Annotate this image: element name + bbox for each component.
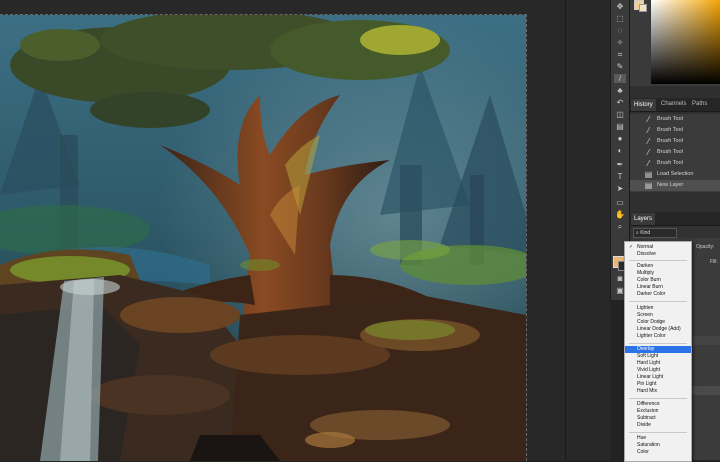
zoom-tool-icon[interactable]: ⌕ (614, 222, 626, 231)
history-item-label: Brush Tool (657, 127, 683, 133)
history-item[interactable]: ⁄ Brush Tool (630, 114, 720, 125)
blend-mode-saturation[interactable]: Saturation (625, 442, 691, 449)
color-picker-panel (630, 0, 720, 86)
history-item-label: Load Selection (657, 171, 694, 177)
blend-mode-divide[interactable]: Divide (625, 422, 691, 429)
history-item-label: Brush Tool (657, 149, 683, 155)
blur-tool-icon[interactable]: ● (614, 134, 626, 143)
menu-separator (629, 301, 687, 302)
opacity-label: Opacity: (696, 244, 715, 250)
brush-tool-icon[interactable]: / (614, 74, 626, 83)
blend-mode-linear-burn[interactable]: Linear Burn (625, 284, 691, 291)
fill-label: Fill: (710, 259, 718, 265)
brush-icon: ⁄ (647, 148, 650, 157)
blend-mode-color[interactable]: Color (625, 449, 691, 456)
tab-history[interactable]: History (631, 99, 656, 111)
eraser-tool-icon[interactable]: ◫ (614, 110, 626, 119)
document-icon: ▤ (644, 181, 653, 190)
path-selection-tool-icon[interactable]: ➤ (614, 184, 626, 193)
canvas-edge-divider (565, 0, 566, 460)
blend-mode-multiply[interactable]: Multiply (625, 270, 691, 277)
brush-icon: ⁄ (647, 137, 650, 146)
history-brush-tool-icon[interactable]: ↶ (614, 98, 626, 107)
layers-filter-bar: ⌕ Kind (630, 226, 720, 238)
blend-mode-color-dodge[interactable]: Color Dodge (625, 319, 691, 326)
menu-separator (629, 432, 687, 433)
checkmark-icon: ✓ (629, 244, 634, 250)
blend-mode-vivid-light[interactable]: Vivid Light (625, 367, 691, 374)
blend-mode-normal[interactable]: ✓ Normal (625, 244, 691, 251)
history-item[interactable]: ⁄ Brush Tool (630, 125, 720, 136)
blend-mode-hard-light[interactable]: Hard Light (625, 360, 691, 367)
marquee-tool-icon[interactable]: ⬚ (614, 14, 626, 23)
brush-icon: ⁄ (647, 159, 650, 168)
color-field-picker[interactable] (651, 0, 720, 84)
document-canvas-area[interactable] (0, 0, 610, 461)
document-icon: ▤ (644, 170, 653, 179)
hand-tool-icon[interactable]: ✋ (614, 210, 626, 219)
blend-mode-dropdown-menu: ✓ Normal Dissolve Darken Multiply Color B… (624, 241, 692, 462)
menu-separator (629, 260, 687, 261)
blend-mode-dissolve[interactable]: Dissolve (625, 251, 691, 258)
menu-separator (629, 398, 687, 399)
forest-painting-canvas[interactable] (0, 14, 527, 461)
blend-mode-soft-light[interactable]: Soft Light (625, 353, 691, 360)
blend-mode-linear-dodge[interactable]: Linear Dodge (Add) (625, 326, 691, 333)
color-panel-background-swatch[interactable] (639, 4, 647, 12)
blend-mode-lighten[interactable]: Lighten (625, 305, 691, 312)
blend-mode-darker-color[interactable]: Darker Color (625, 291, 691, 298)
blend-mode-hard-mix[interactable]: Hard Mix (625, 388, 691, 395)
blend-mode-hue[interactable]: Hue (625, 435, 691, 442)
blend-mode-linear-light[interactable]: Linear Light (625, 374, 691, 381)
magic-wand-tool-icon[interactable]: ✧ (614, 38, 626, 47)
move-tool-icon[interactable]: ✥ (614, 2, 626, 11)
blend-mode-darken[interactable]: Darken (625, 263, 691, 270)
eyedropper-tool-icon[interactable]: ✎ (614, 62, 626, 71)
history-list: ⁄ Brush Tool ⁄ Brush Tool ⁄ Brush Tool ⁄ Bru… (630, 114, 720, 192)
blend-mode-pin-light[interactable]: Pin Light (625, 381, 691, 388)
crop-tool-icon[interactable]: ⌗ (614, 50, 626, 59)
menu-separator (629, 343, 687, 344)
blend-mode-overlay[interactable]: Overlay (625, 346, 691, 353)
blend-mode-color-burn[interactable]: Color Burn (625, 277, 691, 284)
history-item-label: Brush Tool (657, 160, 683, 166)
forest-painting (0, 15, 526, 461)
dodge-tool-icon[interactable]: ◐ (614, 146, 626, 155)
brush-icon: ⁄ (647, 126, 650, 135)
stamp-tool-icon[interactable]: ♣ (614, 86, 626, 95)
pen-tool-icon[interactable]: ✒ (614, 160, 626, 169)
history-item[interactable]: ⁄ Brush Tool (630, 158, 720, 169)
history-item[interactable]: ⁄ Brush Tool (630, 147, 720, 158)
gradient-tool-icon[interactable]: ▤ (614, 122, 626, 131)
history-item[interactable]: ▤ Load Selection (630, 169, 720, 180)
history-item-label: Brush Tool (657, 116, 683, 122)
blend-mode-difference[interactable]: Difference (625, 401, 691, 408)
layers-panel-tabs: Layers (630, 212, 720, 226)
kind-filter-dropdown[interactable]: ⌕ Kind (633, 228, 677, 238)
history-item-selected[interactable]: ▤ New Layer (630, 180, 720, 191)
tab-paths[interactable]: Paths (692, 100, 707, 109)
history-item[interactable]: ⁄ Brush Tool (630, 136, 720, 147)
blend-mode-exclusion[interactable]: Exclusion (625, 408, 691, 415)
brush-icon: ⁄ (647, 115, 650, 124)
tab-channels[interactable]: Channels (661, 100, 686, 109)
tab-layers[interactable]: Layers (631, 213, 656, 225)
kind-filter-label: Kind (640, 230, 651, 236)
rectangle-tool-icon[interactable]: ▭ (614, 198, 626, 207)
history-item-label: New Layer (657, 182, 684, 188)
blend-mode-lighter-color[interactable]: Lighter Color (625, 333, 691, 340)
blend-mode-subtract[interactable]: Subtract (625, 415, 691, 422)
history-item-label: Brush Tool (657, 138, 683, 144)
type-tool-icon[interactable]: T (614, 172, 626, 181)
lasso-tool-icon[interactable]: ◌ (614, 26, 626, 35)
history-panel-tabs: History Channels Paths (630, 98, 720, 112)
blend-mode-screen[interactable]: Screen (625, 312, 691, 319)
